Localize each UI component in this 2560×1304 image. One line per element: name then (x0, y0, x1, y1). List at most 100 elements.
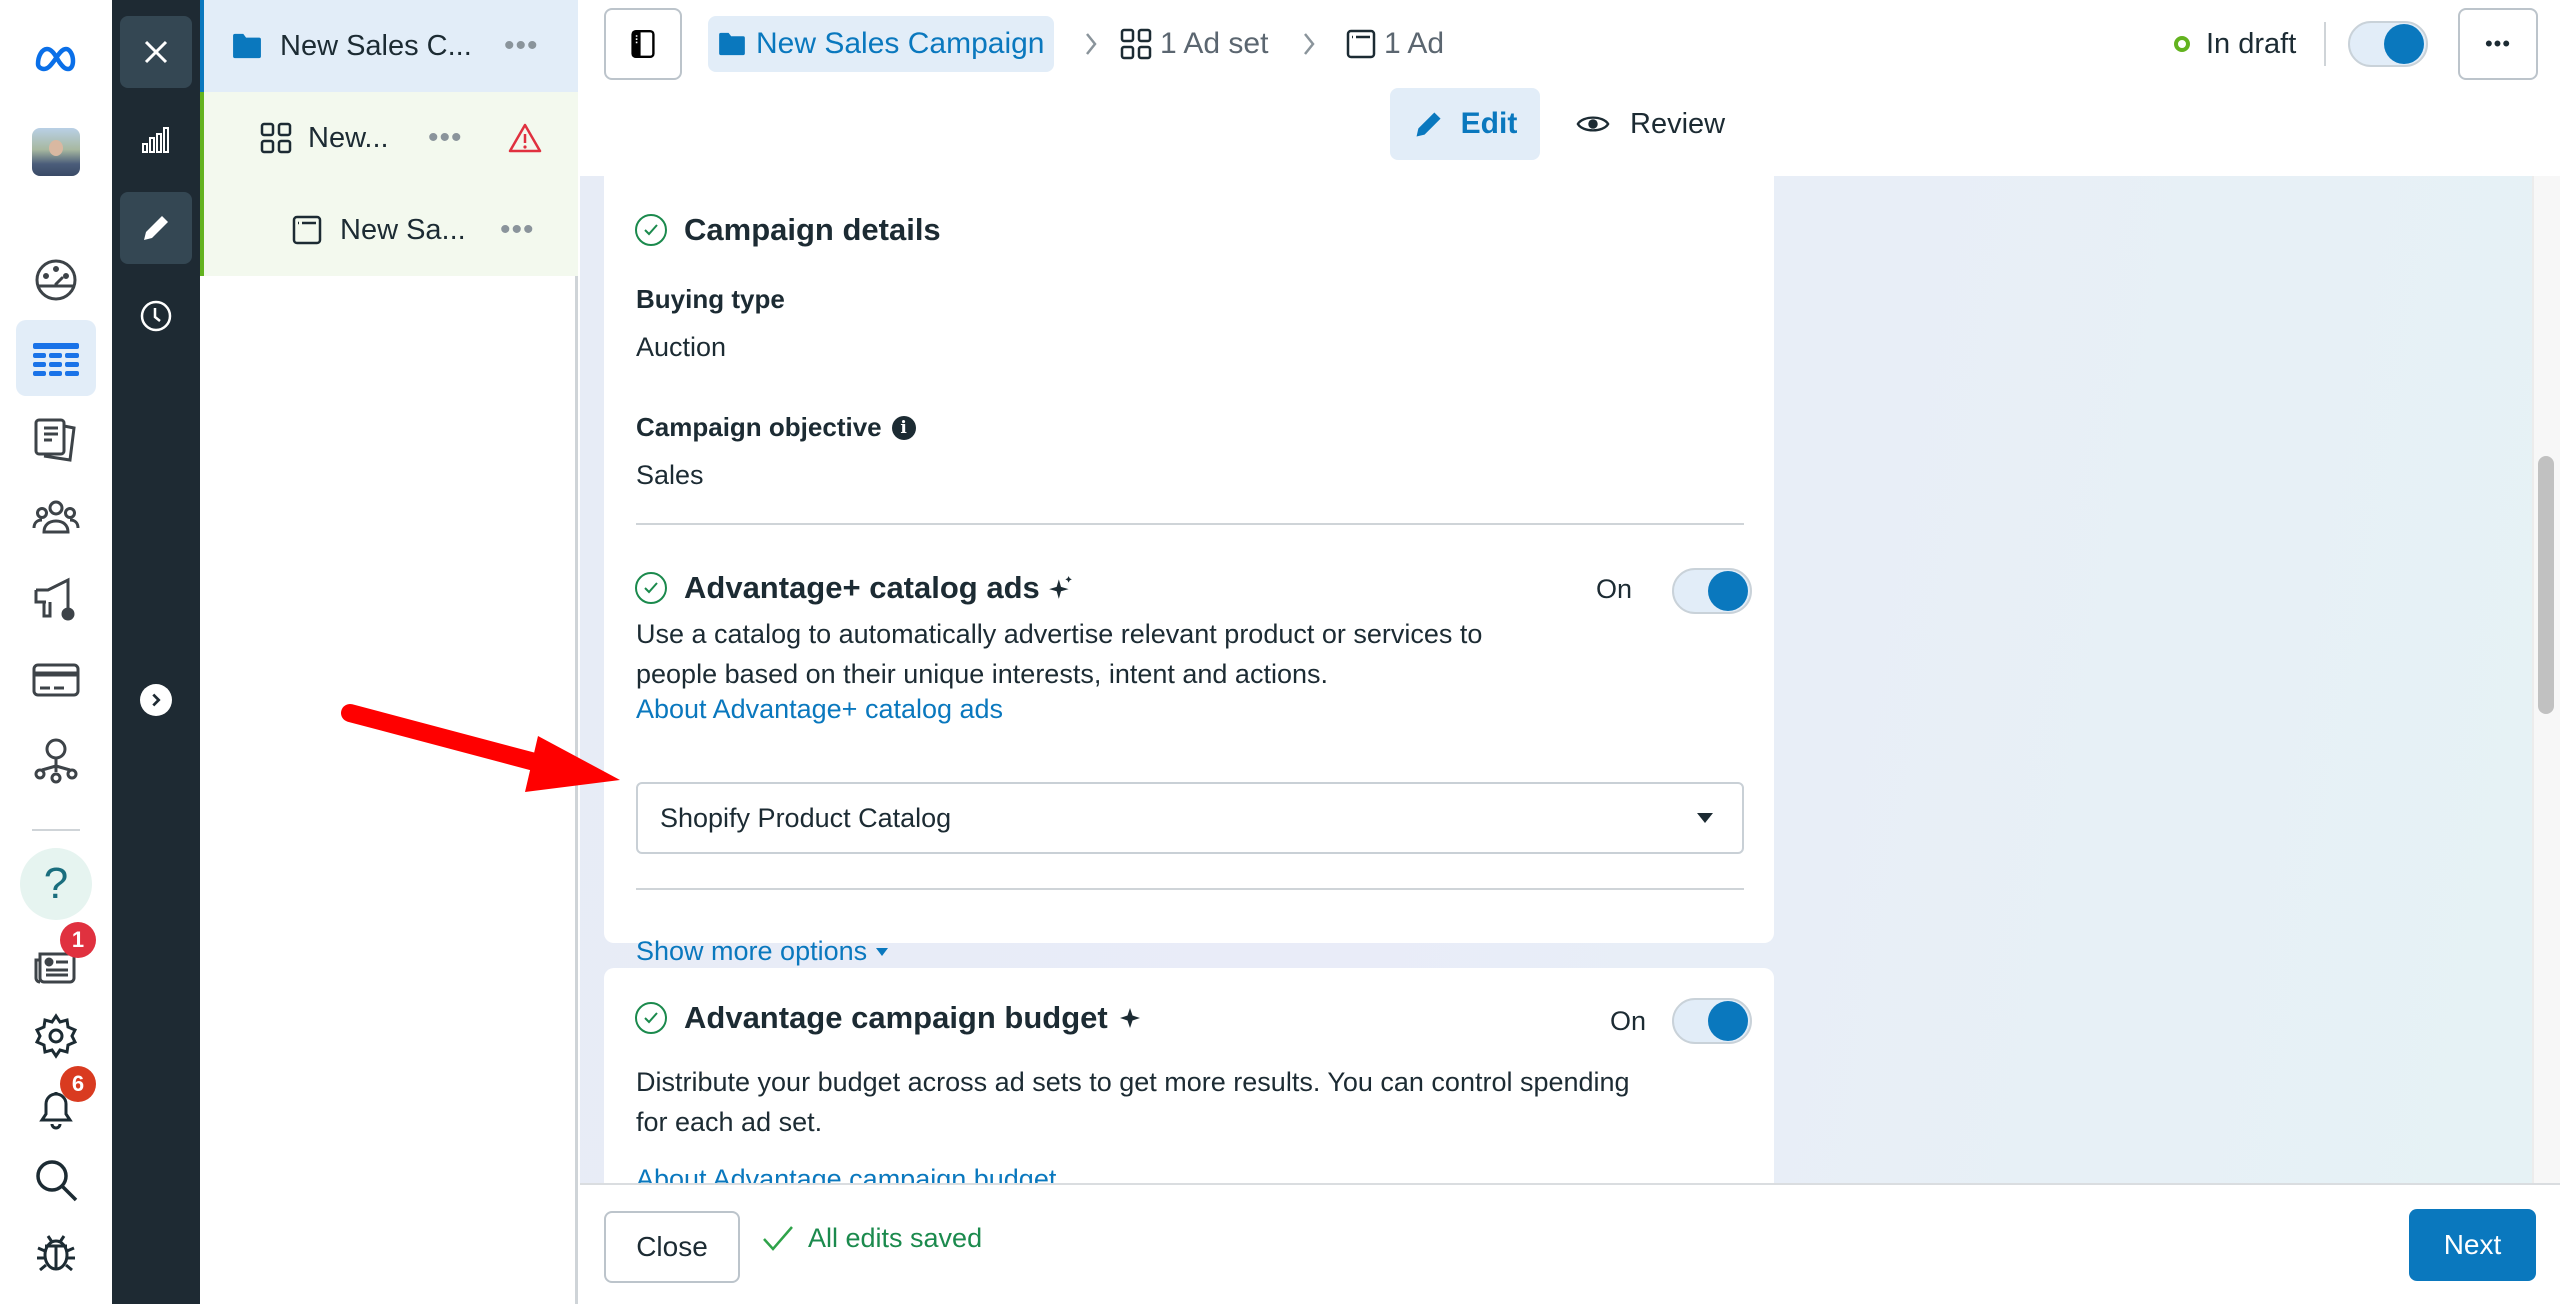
campaign-active-toggle[interactable] (2348, 21, 2428, 67)
campaign-budget-card: Advantage campaign budget On Distribute … (604, 968, 1774, 1183)
campaign-more-button[interactable]: ••• (504, 29, 539, 63)
budget-description-line: Distribute your budget across ad sets to… (636, 1067, 1630, 1097)
catalog-toggle-label: On (1596, 574, 1633, 604)
next-button[interactable]: Next (2409, 1209, 2536, 1281)
notifications-bell-icon[interactable]: 6 (20, 1066, 96, 1144)
tree-adset-label: New... (308, 121, 389, 154)
complete-check-icon (635, 214, 667, 246)
ai-sparkle-icon (1048, 576, 1072, 599)
dropdown-caret-icon (1697, 813, 1713, 823)
close-editor-button[interactable] (120, 16, 192, 88)
performance-button[interactable] (120, 104, 192, 176)
tab-edit-label: Edit (1460, 107, 1518, 140)
catalog-description-line: people based on their unique interests, … (636, 659, 1328, 689)
catalog-select[interactable]: Shopify Product Catalog (636, 782, 1744, 854)
tab-review-label: Review (1630, 107, 1726, 140)
complete-check-icon (635, 1002, 667, 1034)
toggle-knob (1708, 1001, 1748, 1041)
editor-content: Campaign details Buying type Auction Cam… (580, 176, 2532, 1183)
ad-window-icon (292, 215, 322, 245)
dropdown-caret-icon (876, 947, 889, 956)
dashboard-gauge-icon[interactable] (20, 244, 92, 316)
adset-grid-icon (1120, 28, 1152, 60)
scrollbar-thumb[interactable] (2538, 456, 2554, 714)
toggle-panel-button[interactable] (604, 8, 682, 80)
ad-window-icon (1346, 29, 1376, 59)
catalog-ads-title: Advantage+ catalog ads (684, 570, 1040, 605)
business-hierarchy-icon[interactable] (20, 724, 92, 796)
folder-icon (233, 33, 261, 59)
status-dot-icon (2174, 36, 2190, 52)
header-divider (2324, 22, 2326, 66)
ads-manager-table-icon[interactable] (16, 320, 96, 396)
bug-report-icon[interactable] (20, 1216, 92, 1288)
breadcrumb-chevron-icon (1086, 33, 1097, 55)
show-more-options-link[interactable]: Show more options (636, 936, 889, 967)
header-more-button[interactable]: ••• (2458, 8, 2538, 80)
budget-description: Distribute your budget across ad sets to… (636, 1062, 1630, 1142)
breadcrumb-campaign[interactable]: New Sales Campaign (708, 16, 1055, 72)
folder-icon (719, 32, 745, 56)
campaign-settings-icon[interactable] (20, 564, 92, 636)
breadcrumb-adset-label: 1 Ad set (1160, 27, 1269, 60)
save-status-text: All edits saved (808, 1223, 983, 1253)
expand-panel-button[interactable] (140, 684, 172, 716)
breadcrumb-campaign-label: New Sales Campaign (756, 27, 1045, 60)
campaign-tree-panel: New Sales C... ••• New... ••• New Sa... … (200, 0, 578, 1304)
objective-label-row: Campaign objective i (636, 412, 916, 443)
objective-label: Campaign objective (636, 412, 882, 442)
campaign-details-title: Campaign details (684, 212, 941, 247)
campaign-details-heading: Campaign details (634, 212, 941, 248)
breadcrumb-ad[interactable]: 1 Ad (1346, 16, 1444, 72)
about-budget-link[interactable]: About Advantage campaign budget (636, 1164, 1056, 1183)
annotation-arrow (341, 704, 620, 792)
meta-logo-icon[interactable] (20, 22, 92, 94)
toggle-knob (2384, 24, 2424, 64)
breadcrumb-adset[interactable]: 1 Ad set (1120, 16, 1268, 72)
status-indicator: In draft (2174, 22, 2296, 66)
tab-review[interactable]: Review (1576, 88, 1725, 160)
budget-heading: Advantage campaign budget (634, 1000, 1142, 1036)
budget-toggle[interactable] (1672, 998, 1752, 1044)
saved-check-icon (763, 1225, 793, 1251)
billing-card-icon[interactable] (20, 644, 92, 716)
ai-sparkle-icon (1119, 1008, 1140, 1028)
info-icon[interactable]: i (891, 415, 916, 440)
profile-avatar[interactable] (20, 116, 92, 188)
adset-more-button[interactable]: ••• (428, 121, 463, 155)
settings-gear-icon[interactable] (20, 1000, 92, 1072)
budget-toggle-label: On (1610, 1006, 1647, 1036)
toggle-knob (1708, 571, 1748, 611)
warning-icon (508, 123, 542, 153)
edit-pencil-icon (1416, 112, 1441, 137)
performance-chart-icon (142, 127, 169, 153)
help-icon[interactable]: ? (20, 848, 92, 920)
budget-title: Advantage campaign budget (684, 1000, 1108, 1035)
audiences-icon[interactable] (20, 484, 92, 556)
tree-item-campaign[interactable]: New Sales C... ••• (200, 0, 578, 92)
ad-more-button[interactable]: ••• (500, 213, 535, 247)
notifications-badge: 6 (60, 1066, 96, 1102)
catalog-ads-toggle[interactable] (1672, 568, 1752, 614)
budget-description-line: for each ad set. (636, 1107, 823, 1137)
history-button[interactable] (120, 280, 192, 352)
complete-check-icon (635, 572, 667, 604)
documents-icon[interactable] (20, 404, 92, 476)
edit-mode-button[interactable] (120, 192, 192, 264)
news-icon[interactable]: 1 (20, 922, 96, 1000)
buying-type-value: Auction (636, 332, 727, 362)
search-icon[interactable] (20, 1144, 92, 1216)
editor-side-rail (112, 0, 200, 1304)
eye-icon (1576, 116, 1610, 132)
history-clock-icon (140, 300, 172, 332)
global-nav-rail: ? 1 6 (0, 0, 112, 1304)
about-catalog-ads-link[interactable]: About Advantage+ catalog ads (636, 694, 1003, 725)
objective-value: Sales (636, 460, 704, 490)
tree-item-ad[interactable]: New Sa... ••• (200, 184, 578, 276)
catalog-ads-heading: Advantage+ catalog ads (634, 570, 1074, 606)
tab-edit[interactable]: Edit (1390, 88, 1540, 160)
tree-item-adset[interactable]: New... ••• (200, 92, 578, 184)
editor-header: New Sales Campaign 1 Ad set 1 Ad In draf… (580, 0, 2560, 176)
adset-grid-icon (260, 122, 292, 154)
close-button[interactable]: Close (604, 1211, 740, 1283)
